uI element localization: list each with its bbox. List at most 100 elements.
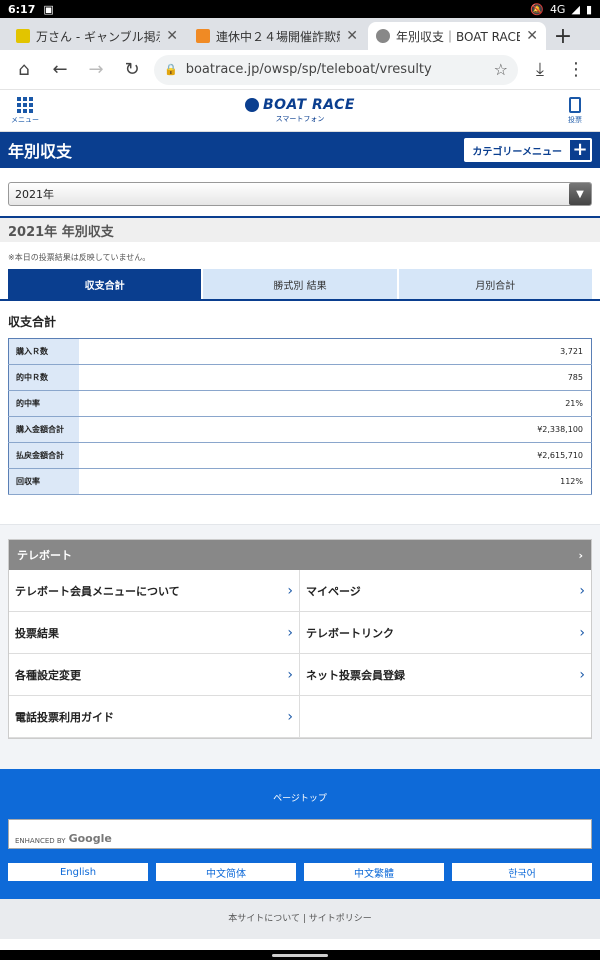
year-select[interactable]: 2021年 ▼ xyxy=(8,182,592,206)
teleport-empty-cell xyxy=(300,696,591,738)
row-value: 21% xyxy=(78,390,592,417)
table-row: 購入Ｒ数 3,721 xyxy=(8,338,592,365)
forward-icon[interactable]: → xyxy=(78,52,114,88)
signal-icon: ◢ xyxy=(571,2,580,16)
menu-button[interactable]: メニュー xyxy=(8,96,42,125)
row-value: 3,721 xyxy=(78,338,592,365)
network-label: 4G xyxy=(549,2,566,16)
lang-traditional-chinese[interactable]: 中文繁體 xyxy=(304,863,444,881)
phone-icon xyxy=(568,96,581,113)
back-icon[interactable]: ← xyxy=(42,52,78,88)
status-time: 6:17 xyxy=(8,2,36,16)
language-links: English 中文简体 中文繁體 한국어 xyxy=(0,849,600,881)
footer-link-text[interactable]: 本サイトについて | サイトポリシー xyxy=(228,914,372,924)
link-label: ネット投票会員登録 xyxy=(306,668,405,682)
site-logo[interactable]: BOAT RACE スマートフォン xyxy=(244,97,355,124)
teleport-link-member-menu[interactable]: テレボート会員メニューについて › xyxy=(9,570,300,612)
table-row: 回収率 112% xyxy=(8,468,592,495)
lock-icon: 🔒 xyxy=(164,63,178,76)
section-heading: 2021年 年別収支 xyxy=(0,216,600,242)
summary-table: 購入Ｒ数 3,721 的中Ｒ数 785 的中率 21% 購入金額合計 ¥2,33… xyxy=(8,338,592,495)
more-menu-icon[interactable]: ⋮ xyxy=(558,52,594,88)
row-value: 112% xyxy=(78,468,592,495)
vote-button[interactable]: 投票 xyxy=(558,96,592,125)
row-label: 的中Ｒ数 xyxy=(8,364,79,391)
tab-close-icon[interactable]: ✕ xyxy=(526,28,538,44)
chevron-right-icon: › xyxy=(578,548,583,562)
result-tabs: 収支合計 勝式別 結果 月別合計 xyxy=(0,269,600,301)
tab-bet-type[interactable]: 勝式別 結果 xyxy=(203,269,397,299)
teleport-title: テレボート xyxy=(17,549,72,562)
star-icon[interactable]: ☆ xyxy=(494,60,508,79)
year-select-value: 2021年 xyxy=(15,188,54,201)
url-bar: ⌂ ← → ↻ 🔒 boatrace.jp/owsp/sp/teleboat/v… xyxy=(0,50,600,90)
new-tab-button[interactable]: + xyxy=(548,22,578,50)
tab-favicon-icon xyxy=(196,29,210,43)
link-label: テレボート会員メニューについて xyxy=(15,584,180,598)
spacer xyxy=(0,525,600,539)
teleport-link-teleboat-link[interactable]: テレボートリンク › xyxy=(300,612,591,654)
tab-title: 連休中２４場開催詐欺競艇 xyxy=(216,29,340,44)
page-title: 年別収支 xyxy=(8,142,73,161)
teleport-link-phone-guide[interactable]: 電話投票利用ガイド › xyxy=(9,696,300,738)
teleport-header[interactable]: テレボート › xyxy=(9,540,591,570)
category-menu-button[interactable]: カテゴリーメニュー + xyxy=(464,138,592,162)
tab-close-icon[interactable]: ✕ xyxy=(346,28,358,44)
reload-icon[interactable]: ↻ xyxy=(114,52,150,88)
row-label: 購入金額合計 xyxy=(8,416,79,443)
chevron-right-icon: › xyxy=(287,624,293,641)
link-label: マイページ xyxy=(306,584,361,598)
tab-title: 万さん - ギャンブル掲示板 xyxy=(36,29,160,44)
tab-total[interactable]: 収支合計 xyxy=(8,269,202,299)
site-search-input[interactable]: ENHANCED BY Google xyxy=(8,819,592,849)
menu-label: メニュー xyxy=(11,115,39,124)
browser-tab-1[interactable]: 万さん - ギャンブル掲示板 ✕ xyxy=(8,22,186,50)
logo-text: BOAT RACE xyxy=(262,97,355,113)
download-icon[interactable]: ⤓ xyxy=(522,52,558,88)
browser-tab-3[interactable]: 年別収支｜BOAT RACE オフ ✕ xyxy=(368,22,546,50)
tab-favicon-icon xyxy=(16,29,30,43)
address-bar[interactable]: 🔒 boatrace.jp/owsp/sp/teleboat/vresulty … xyxy=(154,54,518,85)
notification-icon: ▣ xyxy=(43,2,54,16)
home-gesture-handle[interactable] xyxy=(272,953,328,957)
browser-tab-2[interactable]: 連休中２４場開催詐欺競艇 ✕ xyxy=(188,22,366,50)
tab-monthly[interactable]: 月別合計 xyxy=(398,269,592,299)
spacer xyxy=(0,495,600,525)
footer-links: 本サイトについて | サイトポリシー xyxy=(0,899,600,939)
teleport-link-results[interactable]: 投票結果 › xyxy=(9,612,300,654)
chevron-right-icon: › xyxy=(287,582,293,599)
link-label: 投票結果 xyxy=(15,626,59,640)
status-bar: 6:17 ▣ 🔕 4G ◢ ▮ xyxy=(0,0,600,18)
lang-korean[interactable]: 한국어 xyxy=(452,863,592,881)
page-top-link[interactable]: ページトップ xyxy=(0,769,600,819)
page-title-bar: 年別収支 カテゴリーメニュー + xyxy=(0,132,600,168)
search-brand-label: Google xyxy=(68,832,112,845)
link-label: テレボートリンク xyxy=(306,626,394,640)
row-label: 払戻金額合計 xyxy=(8,442,79,469)
notice-text: ※本日の投票結果は反映していません。 xyxy=(8,253,151,262)
summary-title: 収支合計 xyxy=(8,315,57,329)
teleport-link-settings[interactable]: 各種設定変更 › xyxy=(9,654,300,696)
logo-mark-icon xyxy=(244,98,259,112)
dropdown-arrow-icon: ▼ xyxy=(569,183,591,205)
category-menu-label: カテゴリーメニュー xyxy=(472,146,562,158)
link-label: 各種設定変更 xyxy=(15,668,81,682)
home-icon[interactable]: ⌂ xyxy=(6,52,42,88)
row-label: 回収率 xyxy=(8,468,79,495)
link-label: 電話投票利用ガイド xyxy=(15,710,114,724)
year-select-wrap: 2021年 ▼ xyxy=(0,168,600,216)
table-row: 購入金額合計 ¥2,338,100 xyxy=(8,416,592,443)
lang-english[interactable]: English xyxy=(8,863,148,881)
site-header: メニュー BOAT RACE スマートフォン 投票 xyxy=(0,90,600,132)
row-value: ¥2,615,710 xyxy=(78,442,592,469)
table-row: 的中Ｒ数 785 xyxy=(8,364,592,391)
chevron-right-icon: › xyxy=(579,582,585,599)
row-value: ¥2,338,100 xyxy=(78,416,592,443)
teleport-link-register[interactable]: ネット投票会員登録 › xyxy=(300,654,591,696)
teleport-link-mypage[interactable]: マイページ › xyxy=(300,570,591,612)
table-row: 払戻金額合計 ¥2,615,710 xyxy=(8,442,592,469)
tab-close-icon[interactable]: ✕ xyxy=(166,28,178,44)
lang-simplified-chinese[interactable]: 中文简体 xyxy=(156,863,296,881)
chevron-right-icon: › xyxy=(579,624,585,641)
mute-icon: 🔕 xyxy=(530,2,544,16)
